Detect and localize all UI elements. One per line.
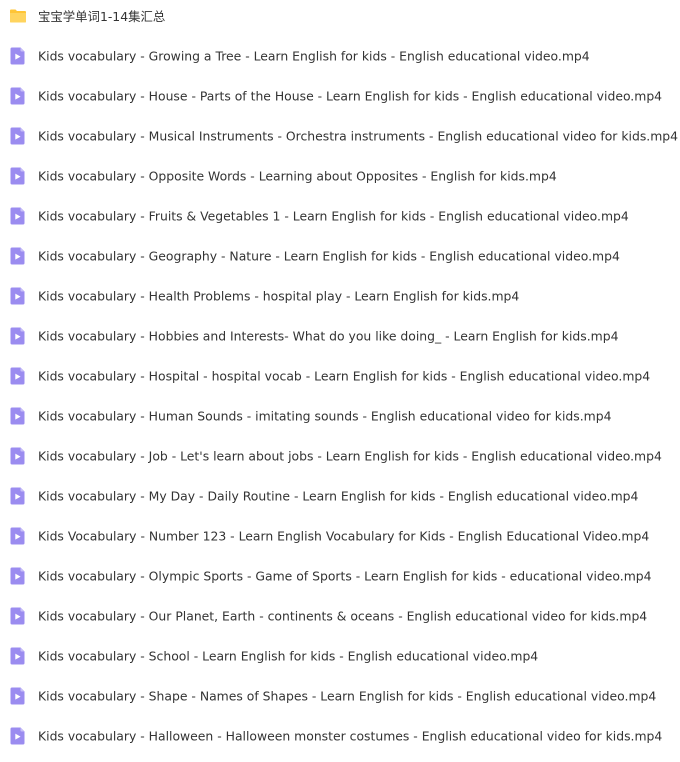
- video-file-icon: [9, 486, 27, 506]
- folder-icon: [9, 6, 27, 26]
- video-file-icon: [9, 326, 27, 346]
- video-file-icon: [9, 726, 27, 746]
- file-row[interactable]: Kids Vocabulary - Number 123 - Learn Eng…: [0, 516, 680, 556]
- file-name: Kids vocabulary - My Day - Daily Routine…: [38, 488, 639, 504]
- video-file-icon: [9, 46, 27, 66]
- file-name: Kids vocabulary - Job - Let's learn abou…: [38, 448, 662, 464]
- video-file-icon: [9, 286, 27, 306]
- file-name: Kids vocabulary - Fruits & Vegetables 1 …: [38, 208, 629, 224]
- file-row[interactable]: Kids vocabulary - House - Parts of the H…: [0, 76, 680, 116]
- file-row[interactable]: Kids vocabulary - Hobbies and Interests-…: [0, 316, 680, 356]
- file-name: Kids vocabulary - Human Sounds - imitati…: [38, 408, 612, 424]
- file-row[interactable]: Kids vocabulary - Halloween - Halloween …: [0, 716, 680, 756]
- video-file-icon: [9, 646, 27, 666]
- file-row[interactable]: Kids vocabulary - Growing a Tree - Learn…: [0, 36, 680, 76]
- file-name: Kids vocabulary - Opposite Words - Learn…: [38, 168, 557, 184]
- video-file-icon: [9, 406, 27, 426]
- file-row[interactable]: Kids vocabulary - Shape - Names of Shape…: [0, 676, 680, 716]
- file-name: Kids vocabulary - Musical Instruments - …: [38, 128, 679, 144]
- file-row[interactable]: Kids vocabulary - Geography - Nature - L…: [0, 236, 680, 276]
- video-file-icon: [9, 366, 27, 386]
- video-file-icon: [9, 166, 27, 186]
- file-row[interactable]: Kids vocabulary - School - Learn English…: [0, 636, 680, 676]
- file-name: Kids vocabulary - Hospital - hospital vo…: [38, 368, 651, 384]
- file-name: Kids vocabulary - Our Planet, Earth - co…: [38, 608, 648, 624]
- file-name: Kids Vocabulary - Number 123 - Learn Eng…: [38, 528, 650, 544]
- file-row[interactable]: Kids vocabulary - Musical Instruments - …: [0, 116, 680, 156]
- folder-row[interactable]: 宝宝学单词1-14集汇总: [0, 0, 680, 36]
- file-name: Kids vocabulary - Health Problems - hosp…: [38, 288, 520, 304]
- file-list: 宝宝学单词1-14集汇总 Kids vocabulary - Growing a…: [0, 0, 680, 762]
- video-file-icon: [9, 566, 27, 586]
- file-row[interactable]: Kids vocabulary - Opposite Words - Learn…: [0, 156, 680, 196]
- video-file-icon: [9, 606, 27, 626]
- video-file-icon: [9, 86, 27, 106]
- file-row[interactable]: Kids vocabulary - Health Problems - hosp…: [0, 276, 680, 316]
- file-name: Kids vocabulary - Geography - Nature - L…: [38, 248, 620, 264]
- video-file-icon: [9, 206, 27, 226]
- video-file-icon: [9, 526, 27, 546]
- file-row[interactable]: Kids vocabulary - Olympic Sports - Game …: [0, 556, 680, 596]
- file-name: Kids vocabulary - Growing a Tree - Learn…: [38, 48, 590, 64]
- video-file-icon: [9, 246, 27, 266]
- file-name: Kids vocabulary - House - Parts of the H…: [38, 88, 663, 104]
- video-file-icon: [9, 446, 27, 466]
- file-name: Kids vocabulary - Hobbies and Interests-…: [38, 328, 619, 344]
- file-row[interactable]: Kids vocabulary - Hospital - hospital vo…: [0, 356, 680, 396]
- file-row[interactable]: Kids vocabulary - Fruits & Vegetables 1 …: [0, 196, 680, 236]
- video-file-icon: [9, 126, 27, 146]
- file-name: Kids vocabulary - School - Learn English…: [38, 648, 539, 664]
- file-name: Kids vocabulary - Halloween - Halloween …: [38, 728, 663, 744]
- file-name: Kids vocabulary - Shape - Names of Shape…: [38, 688, 657, 704]
- file-row[interactable]: Kids vocabulary - Our Planet, Earth - co…: [0, 596, 680, 636]
- file-row[interactable]: Kids vocabulary - My Day - Daily Routine…: [0, 476, 680, 516]
- folder-name: 宝宝学单词1-14集汇总: [38, 9, 166, 24]
- file-name: Kids vocabulary - Olympic Sports - Game …: [38, 568, 652, 584]
- file-row[interactable]: Kids vocabulary - Job - Let's learn abou…: [0, 436, 680, 476]
- file-row[interactable]: Kids vocabulary - Human Sounds - imitati…: [0, 396, 680, 436]
- video-file-icon: [9, 686, 27, 706]
